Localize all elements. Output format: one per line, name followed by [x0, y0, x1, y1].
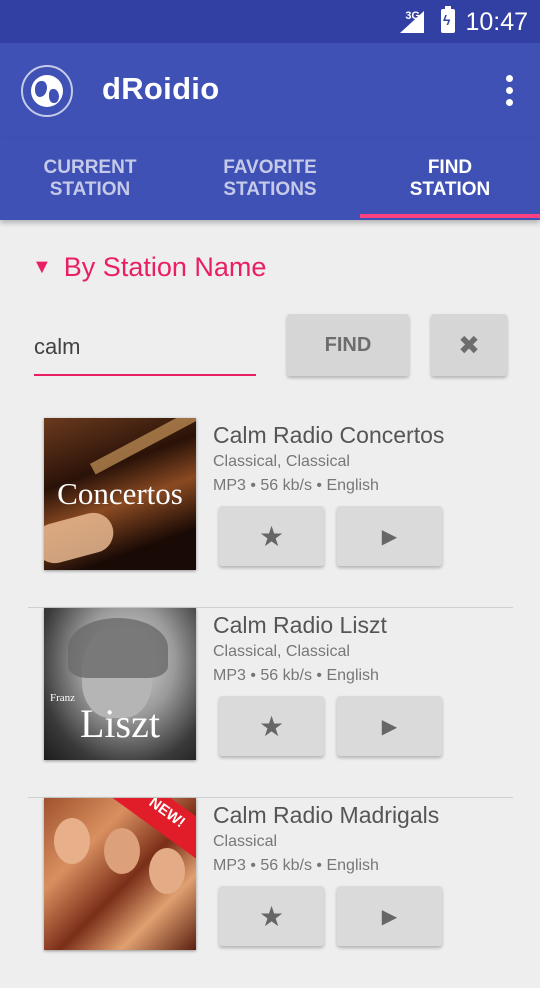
app-title: dRoidio: [102, 71, 220, 106]
status-bar: 3G 10:47: [0, 0, 540, 43]
clock: 10:47: [465, 8, 528, 36]
favorite-star-button[interactable]: ★: [219, 886, 324, 946]
station-name: Calm Radio Concertos: [213, 422, 445, 448]
section-by-station-name[interactable]: ▼ By Station Name: [32, 252, 266, 283]
favorite-star-button[interactable]: ★: [219, 506, 324, 566]
battery-charging-icon: [441, 6, 455, 33]
station-artwork: NEW!: [44, 798, 196, 950]
station-artwork-caption: Concertos: [57, 476, 183, 511]
app-bar: dRoidio: [0, 43, 540, 139]
station-artwork: Franz Liszt: [44, 608, 196, 760]
tab-current-station[interactable]: CURRENT STATION: [0, 139, 180, 220]
station-search-input[interactable]: calm: [34, 330, 256, 376]
play-button[interactable]: ▶: [337, 696, 442, 756]
play-button[interactable]: ▶: [337, 886, 442, 946]
tab-bar: CURRENT STATION FAVORITE STATIONS FIND S…: [0, 139, 540, 220]
tab-favorite-stations[interactable]: FAVORITE STATIONS: [180, 139, 360, 220]
station-name: Calm Radio Liszt: [213, 612, 387, 638]
overflow-menu-icon[interactable]: [506, 75, 514, 107]
clear-search-button[interactable]: ✖: [431, 314, 507, 376]
find-button[interactable]: FIND: [287, 314, 409, 376]
station-list-item[interactable]: NEW! Calm Radio Madrigals Classical MP3 …: [28, 798, 513, 988]
station-list-item[interactable]: Concertos Calm Radio Concertos Classical…: [28, 418, 513, 608]
favorite-star-button[interactable]: ★: [219, 696, 324, 756]
station-stream-info: MP3 • 56 kb/s • English: [213, 857, 379, 874]
station-genre: Classical, Classical: [213, 643, 350, 660]
section-title: By Station Name: [63, 252, 267, 282]
active-tab-indicator: [360, 214, 540, 218]
signal-icon: [400, 11, 424, 33]
play-button[interactable]: ▶: [337, 506, 442, 566]
station-stream-info: MP3 • 56 kb/s • English: [213, 667, 379, 684]
station-name: Calm Radio Madrigals: [213, 802, 440, 828]
station-stream-info: MP3 • 56 kb/s • English: [213, 477, 379, 494]
station-artwork-caption: Liszt: [80, 701, 160, 746]
station-list-item[interactable]: Franz Liszt Calm Radio Liszt Classical, …: [28, 608, 513, 798]
station-artwork: Concertos: [44, 418, 196, 570]
caret-down-icon: ▼: [32, 256, 52, 278]
app-logo-globe-icon: [21, 65, 73, 117]
station-genre: Classical, Classical: [213, 453, 350, 470]
station-genre: Classical: [213, 833, 278, 850]
tab-find-station[interactable]: FIND STATION: [360, 139, 540, 220]
